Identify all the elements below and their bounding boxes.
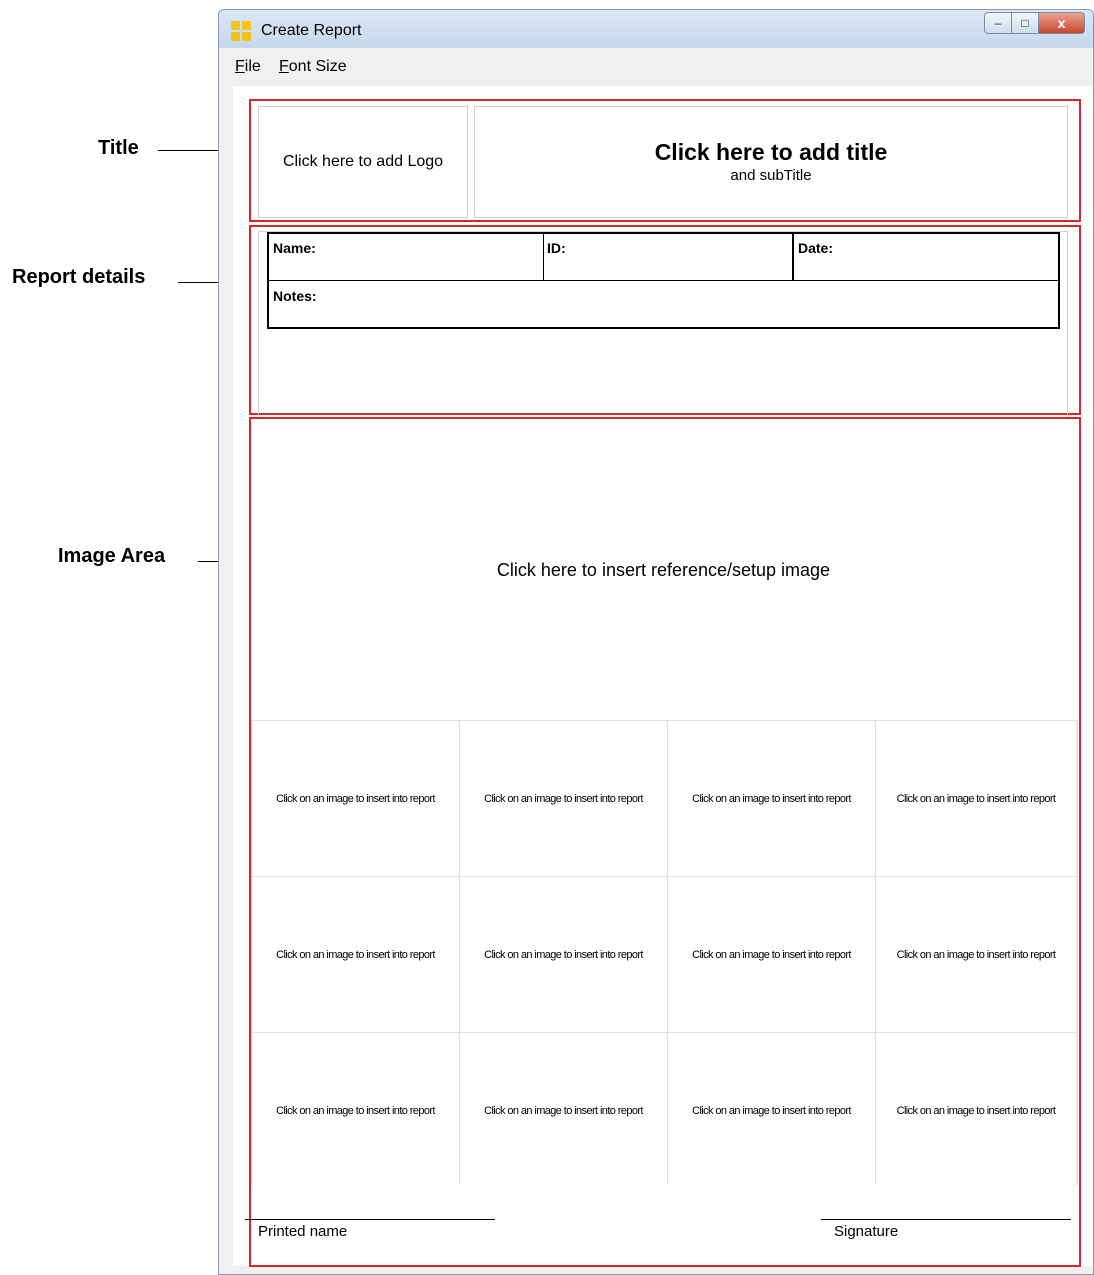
reference-image-placeholder[interactable]: Click here to insert reference/setup ima… [251,419,1076,721]
thumbnail-slot[interactable]: Click on an image to insert into report [252,1033,459,1188]
app-icon [231,21,251,41]
thumbnail-grid: Click on an image to insert into report C… [251,720,1078,1188]
thumbnail-slot[interactable]: Click on an image to insert into report [252,721,459,876]
minimize-icon: – [994,16,1002,30]
signature-line [821,1219,1071,1220]
thumbnail-slot[interactable]: Click on an image to insert into report [876,1033,1076,1188]
thumbnail-slot-text: Click on an image to insert into report [276,792,435,805]
id-field[interactable]: ID: [547,240,566,256]
close-button[interactable]: x [1039,12,1085,34]
printed-name-label: Printed name [258,1223,348,1240]
thumbnail-slot[interactable]: Click on an image to insert into report [876,721,1076,876]
details-col-divider-1 [543,234,544,280]
annotation-title: Title [98,137,139,159]
menu-font-size[interactable]: Font Size [279,58,347,76]
thumbnail-slot-text: Click on an image to insert into report [276,1104,435,1117]
name-field[interactable]: Name: [273,240,316,256]
signature-label: Signature [834,1223,899,1240]
window-title: Create Report [261,22,362,39]
thumbnail-slot-text: Click on an image to insert into report [896,792,1056,805]
thumbnail-slot-text: Click on an image to insert into report [692,792,851,805]
menu-bar: File Font Size [219,48,1093,84]
report-details-table: Name: ID: Date: Notes: [267,232,1060,329]
maximize-button[interactable]: □ [1012,12,1039,34]
details-col-divider-2 [792,234,794,280]
thumbnail-slot[interactable]: Click on an image to insert into report [668,721,875,876]
thumbnail-slot[interactable]: Click on an image to insert into report [668,877,875,1032]
subtitle-text: and subTitle [730,167,812,184]
thumbnail-slot-text: Click on an image to insert into report [484,792,643,805]
notes-field[interactable]: Notes: [273,288,317,304]
caption-buttons: – □ x [984,12,1085,34]
menu-font-size-label: ont Size [288,58,347,75]
thumbnail-slot-text: Click on an image to insert into report [484,948,643,961]
date-field[interactable]: Date: [798,240,833,256]
thumbnail-slot[interactable]: Click on an image to insert into report [668,1033,875,1188]
menu-file[interactable]: File [235,58,261,76]
thumbnail-slot-text: Click on an image to insert into report [692,1104,851,1117]
report-canvas: Click here to add Logo Click here to add… [233,86,1093,1267]
close-icon: x [1057,15,1066,31]
maximize-icon: □ [1021,16,1029,30]
annotation-report-details: Report details [12,266,146,288]
logo-placeholder[interactable]: Click here to add Logo [258,106,468,218]
menu-font-size-mnemonic: F [279,58,289,75]
thumbnail-slot-text: Click on an image to insert into report [692,948,851,961]
thumbnail-slot-text: Click on an image to insert into report [276,948,435,961]
menu-file-mnemonic: F [235,58,245,75]
title-bar[interactable]: Create Report – □ x [219,10,1093,48]
logo-placeholder-text: Click here to add Logo [282,153,444,170]
annotation-image-area: Image Area [58,545,166,567]
thumbnail-slot-text: Click on an image to insert into report [484,1104,643,1117]
title-text: Click here to add title [654,139,888,165]
details-row-divider [269,280,1058,281]
thumbnail-slot[interactable]: Click on an image to insert into report [460,1033,667,1188]
thumbnail-slot[interactable]: Click on an image to insert into report [460,721,667,876]
thumbnail-slot[interactable]: Click on an image to insert into report [460,877,667,1032]
thumbnail-slot[interactable]: Click on an image to insert into report [252,877,459,1032]
create-report-window: Create Report – □ x File Font Size Click… [218,9,1094,1275]
thumbnail-slot-text: Click on an image to insert into report [896,948,1056,961]
thumbnail-slot[interactable]: Click on an image to insert into report [876,877,1076,1032]
printed-name-line [245,1219,495,1220]
reference-image-text: Click here to insert reference/setup ima… [496,559,831,580]
minimize-button[interactable]: – [984,12,1012,34]
thumbnail-slot-text: Click on an image to insert into report [896,1104,1056,1117]
menu-file-label: ile [244,58,261,75]
title-placeholder[interactable]: Click here to add title and subTitle [474,106,1068,218]
